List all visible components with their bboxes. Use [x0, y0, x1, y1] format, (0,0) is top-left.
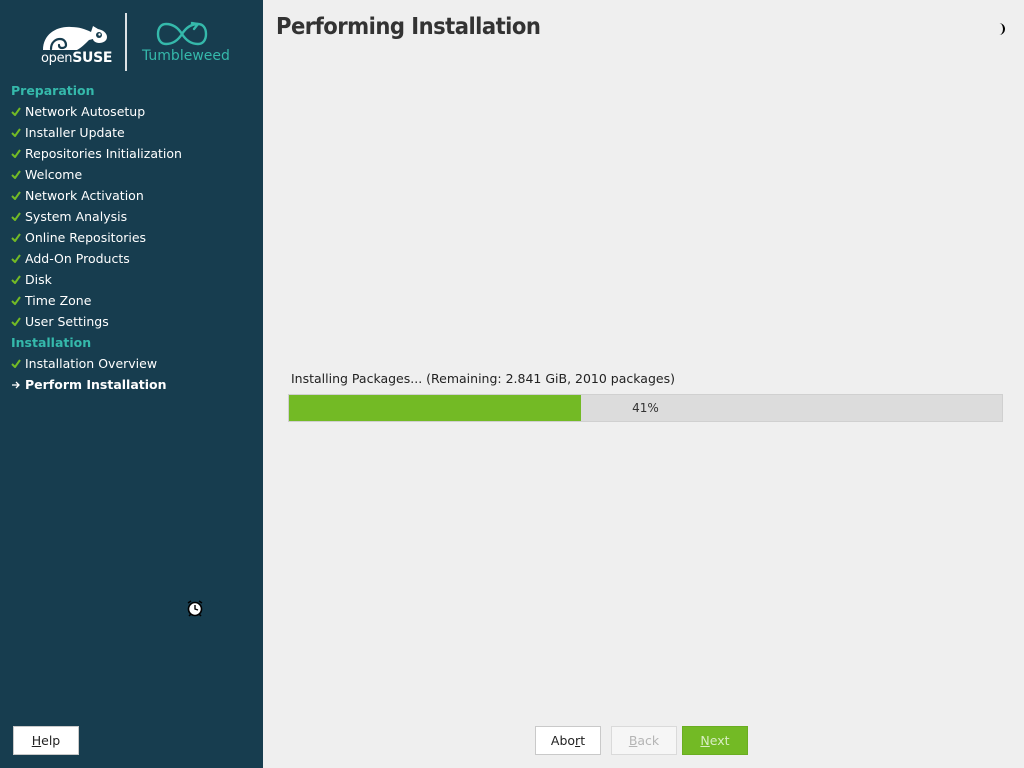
step-add-on-products: Add-On Products [0, 248, 263, 269]
step-perform-installation: Perform Installation [0, 374, 263, 395]
step-system-analysis: System Analysis [0, 206, 263, 227]
step-installation-overview: Installation Overview [0, 353, 263, 374]
tumbleweed-infinity-icon [156, 21, 208, 46]
check-icon [11, 107, 25, 116]
step-label: Installer Update [25, 125, 125, 140]
check-icon [11, 128, 25, 137]
step-label: Installation Overview [25, 356, 158, 371]
section-title-installation: Installation [11, 335, 92, 350]
logo-area: openSUSE Tumbleweed [0, 0, 263, 80]
step-repositories-initialization: Repositories Initialization [0, 143, 263, 164]
installation-steps: Preparation Network Autosetup Installer … [0, 80, 263, 395]
step-installer-update: Installer Update [0, 122, 263, 143]
check-icon [11, 170, 25, 179]
check-icon [11, 191, 25, 200]
step-label: System Analysis [25, 209, 128, 224]
busy-cursor-icon [187, 600, 203, 617]
half-moon-icon[interactable] [994, 22, 1008, 36]
step-label: Time Zone [25, 293, 92, 308]
step-label: Perform Installation [25, 377, 167, 392]
step-label: Network Activation [25, 188, 144, 203]
next-button[interactable]: Next [682, 726, 748, 755]
step-network-autosetup: Network Autosetup [0, 101, 263, 122]
check-icon [11, 275, 25, 284]
step-label: User Settings [25, 314, 109, 329]
step-welcome: Welcome [0, 164, 263, 185]
step-label: Welcome [25, 167, 83, 182]
step-label: Online Repositories [25, 230, 147, 245]
progress-percent: 41% [632, 401, 659, 415]
progress-label: Installing Packages... (Remaining: 2.841… [291, 371, 675, 386]
help-button[interactable]: Help [13, 726, 79, 755]
installer-window: openSUSE Tumbleweed Preparation Network … [0, 0, 1024, 768]
check-icon [11, 212, 25, 221]
back-button[interactable]: Back [611, 726, 677, 755]
main-content: Performing Installation Installing Packa… [263, 0, 1024, 768]
check-icon [11, 254, 25, 263]
step-label: Disk [25, 272, 52, 287]
step-label: Add-On Products [25, 251, 130, 266]
section-title-preparation: Preparation [11, 83, 95, 98]
step-label: Network Autosetup [25, 104, 146, 119]
installation-progress-bar: 41% [288, 394, 1003, 422]
sidebar: openSUSE Tumbleweed Preparation Network … [0, 0, 263, 768]
opensuse-wordmark: openSUSE [41, 50, 113, 66]
check-icon [11, 317, 25, 326]
step-network-activation: Network Activation [0, 185, 263, 206]
edition-name: Tumbleweed [142, 48, 230, 64]
arrow-right-icon [11, 381, 25, 389]
check-icon [11, 359, 25, 368]
logo-divider [125, 13, 127, 71]
step-disk: Disk [0, 269, 263, 290]
step-user-settings: User Settings [0, 311, 263, 332]
chameleon-logo-icon [43, 26, 107, 51]
step-time-zone: Time Zone [0, 290, 263, 311]
step-label: Repositories Initialization [25, 146, 182, 161]
check-icon [11, 296, 25, 305]
step-online-repositories: Online Repositories [0, 227, 263, 248]
check-icon [11, 149, 25, 158]
page-title: Performing Installation [276, 14, 541, 40]
check-icon [11, 233, 25, 242]
abort-button[interactable]: Abort [535, 726, 601, 755]
